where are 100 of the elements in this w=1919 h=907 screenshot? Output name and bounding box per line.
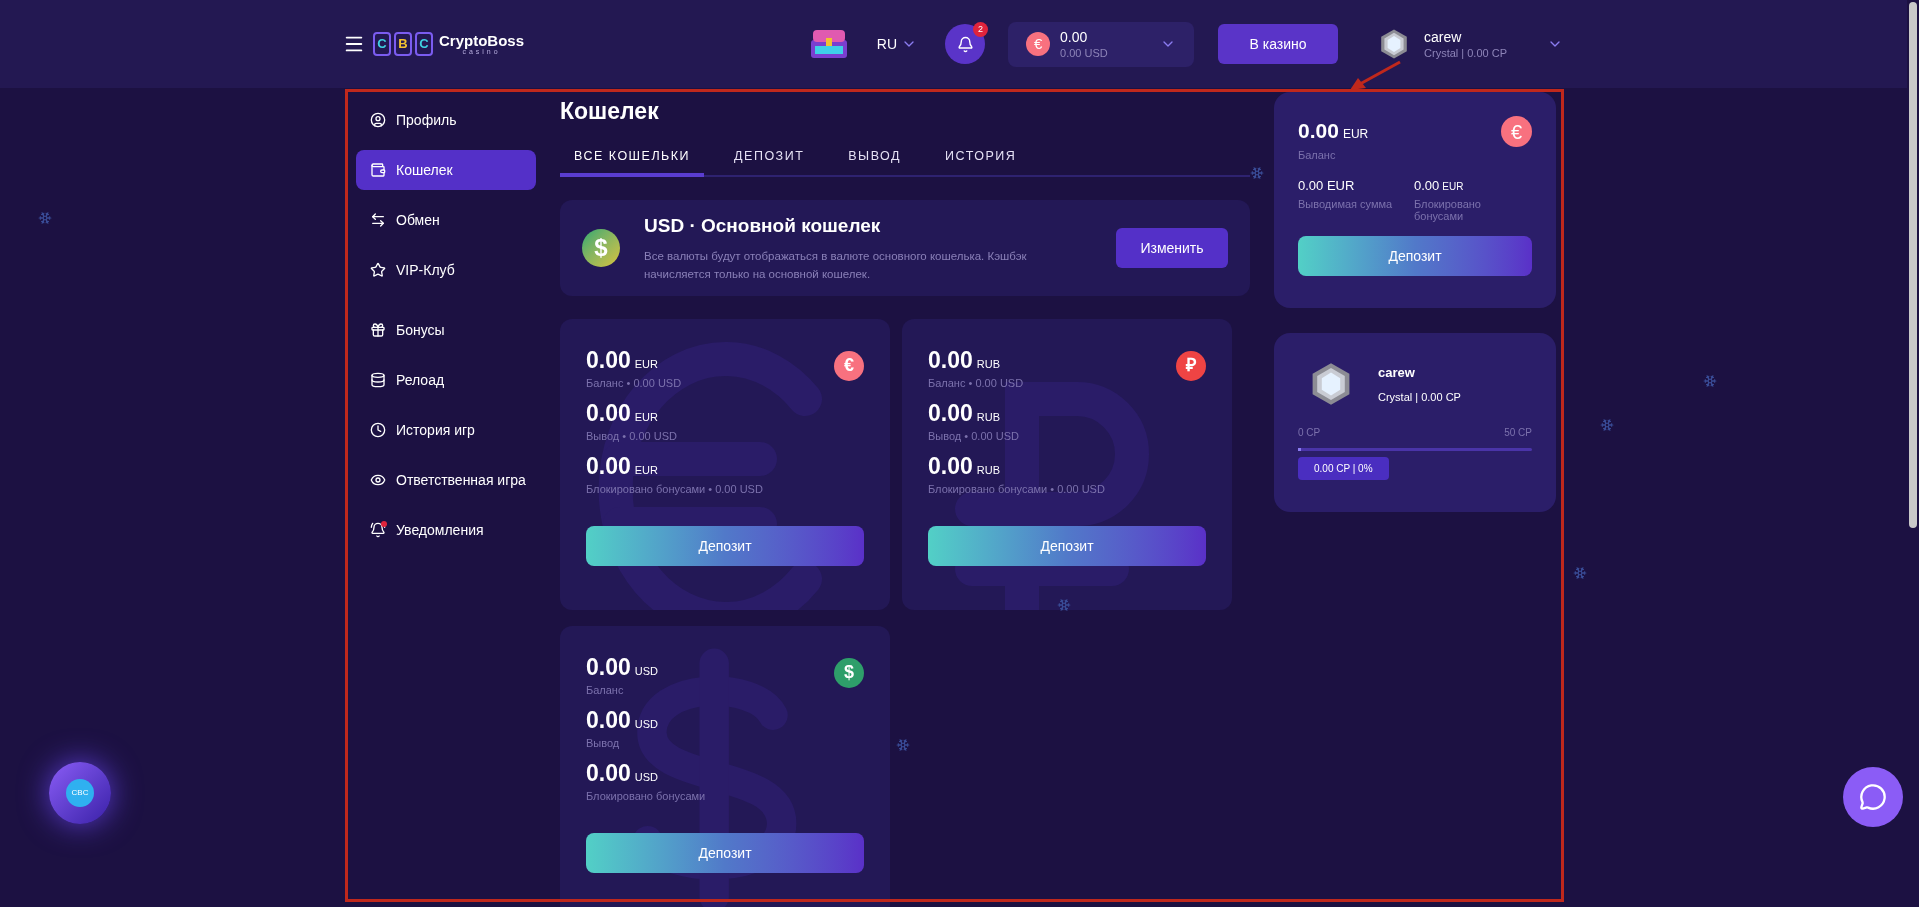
amount: 0.00: [928, 401, 973, 425]
change-button[interactable]: Изменить: [1116, 227, 1228, 268]
stat-label: Выводимая сумма: [1298, 198, 1394, 210]
currency-icon: ₽: [1176, 350, 1206, 381]
user-status: Crystal | 0.00 CP: [1424, 47, 1507, 61]
logo-letter: B: [394, 32, 412, 56]
star-icon: [370, 262, 386, 278]
amount-label: Вывод • 0.00 USD: [928, 429, 1020, 444]
tab[interactable]: ВЫВОД: [834, 140, 916, 177]
tab[interactable]: ИСТОРИЯ: [931, 140, 1031, 177]
user-name: carew: [1378, 364, 1416, 382]
stat-label: Блокировано бонусами: [1414, 198, 1482, 222]
snowflake-icon: [38, 211, 52, 225]
currency-code: EUR: [634, 356, 658, 372]
wallet-icon: [370, 162, 386, 178]
amount-label: Баланс: [1298, 148, 1337, 163]
notification-button[interactable]: 2: [945, 24, 986, 64]
bell-icon: [956, 35, 974, 53]
currency-icon: €: [834, 350, 864, 381]
chat-icon: [1859, 783, 1887, 811]
exchange-icon: [370, 212, 386, 228]
sidebar-item[interactable]: Уведомления: [356, 510, 536, 550]
deposit-button[interactable]: Депозит: [586, 832, 864, 873]
currency-code: USD: [634, 663, 658, 679]
sidebar-item[interactable]: VIP-Клуб: [356, 250, 536, 290]
min-points: 0 CP: [1298, 426, 1321, 440]
logo-letter: C: [415, 32, 433, 56]
user-icon: [370, 112, 386, 128]
sidebar-item[interactable]: Релоад: [356, 360, 536, 400]
currency-code: EUR: [634, 462, 658, 478]
page-title: Кошелек: [560, 97, 660, 126]
amount: 0.00: [586, 761, 631, 785]
amount: 0.00: [928, 348, 973, 372]
amount-label: Баланс: [586, 683, 625, 698]
sidebar-item[interactable]: Кошелек: [356, 150, 536, 190]
balance-amount: 0.00: [1060, 28, 1089, 48]
notification-count: 2: [973, 22, 989, 37]
currency-code: RUB: [976, 356, 1000, 372]
currency-code: USD: [634, 769, 658, 785]
language-selector[interactable]: RU: [876, 34, 898, 54]
snowflake-icon: [896, 738, 910, 752]
amount: 0.00: [586, 708, 631, 732]
amount-label: Блокировано бонусами • 0.00 USD: [928, 482, 1106, 497]
amount-label: Баланс • 0.00 USD: [928, 376, 1025, 391]
amount-label: Баланс • 0.00 USD: [586, 376, 683, 391]
sidebar-item[interactable]: Профиль: [356, 100, 536, 140]
gift-icon: [370, 322, 386, 338]
amount-label: Блокировано бонусами: [586, 789, 707, 804]
user-status: Crystal | 0.00 CP: [1378, 389, 1461, 405]
currency-code: USD: [634, 716, 658, 732]
sidebar-item[interactable]: Обмен: [356, 200, 536, 240]
amount: 0.00: [586, 401, 631, 425]
currency-icon: $: [834, 657, 864, 688]
amount-label: Вывод: [586, 736, 621, 751]
brand-name: CryptoBoss: [439, 33, 524, 48]
snowflake-icon: [1250, 166, 1264, 180]
annotation-arrow: [1348, 60, 1402, 92]
dollar-icon: $: [582, 228, 620, 267]
stat-amount: 0.00: [1414, 176, 1440, 195]
deposit-button[interactable]: Депозит: [586, 525, 864, 566]
database-icon: [370, 372, 386, 388]
wallet-title: USD · Основной кошелек: [644, 214, 882, 239]
snowflake-icon: [1573, 566, 1587, 580]
deposit-button[interactable]: Депозит: [1298, 236, 1532, 276]
amount: 0.00: [928, 454, 973, 478]
snowflake-icon: [1600, 418, 1614, 432]
amount-label: Блокировано бонусами • 0.00 USD: [586, 482, 764, 497]
logo-letter: C: [373, 32, 391, 56]
currency-code: EUR: [1442, 179, 1464, 194]
euro-icon: €: [1501, 116, 1532, 147]
wallet-description: Все валюты будут отображаться в валюте основного кошелька. Кэшбэк начисляется только на основной кошелек.: [644, 248, 1028, 282]
currency-code: RUB: [976, 409, 1000, 425]
chat-button[interactable]: [1843, 767, 1903, 827]
amount: 0.00: [586, 655, 631, 679]
progress-label: 0.00 CP | 0%: [1298, 457, 1389, 480]
eye-icon: [370, 472, 386, 488]
amount: 0.00: [1298, 120, 1339, 141]
sidebar-item[interactable]: Ответственная игра: [356, 460, 536, 500]
currency-code: EUR: [634, 409, 658, 425]
amount-label: Вывод • 0.00 USD: [586, 429, 678, 444]
balance-selector[interactable]: € 0.00 0.00 USD: [1008, 21, 1195, 67]
snowflake-icon: [1057, 598, 1071, 612]
bell-icon: [370, 522, 386, 538]
deposit-button[interactable]: Депозит: [928, 525, 1206, 566]
sidebar-item[interactable]: История игр: [356, 410, 536, 450]
user-name[interactable]: carew: [1424, 27, 1507, 48]
tab[interactable]: ДЕПОЗИТ: [720, 140, 819, 177]
sidebar-item[interactable]: Бонусы: [356, 310, 536, 350]
euro-icon: €: [1026, 32, 1051, 56]
tab[interactable]: ВСЕ КОШЕЛЬКИ: [560, 140, 705, 177]
casino-button[interactable]: В казино: [1218, 24, 1339, 64]
balance-usd: 0.00 USD: [1060, 47, 1108, 61]
snowflake-icon: [1703, 374, 1717, 388]
max-points: 50 CP: [1504, 426, 1532, 440]
stat-amount: 0.00 EUR: [1298, 176, 1355, 195]
amount: 0.00: [586, 454, 631, 478]
currency-code: EUR: [1342, 126, 1369, 143]
amount: 0.00: [586, 348, 631, 372]
currency-code: RUB: [976, 462, 1000, 478]
coin-label: CBC: [66, 779, 94, 807]
